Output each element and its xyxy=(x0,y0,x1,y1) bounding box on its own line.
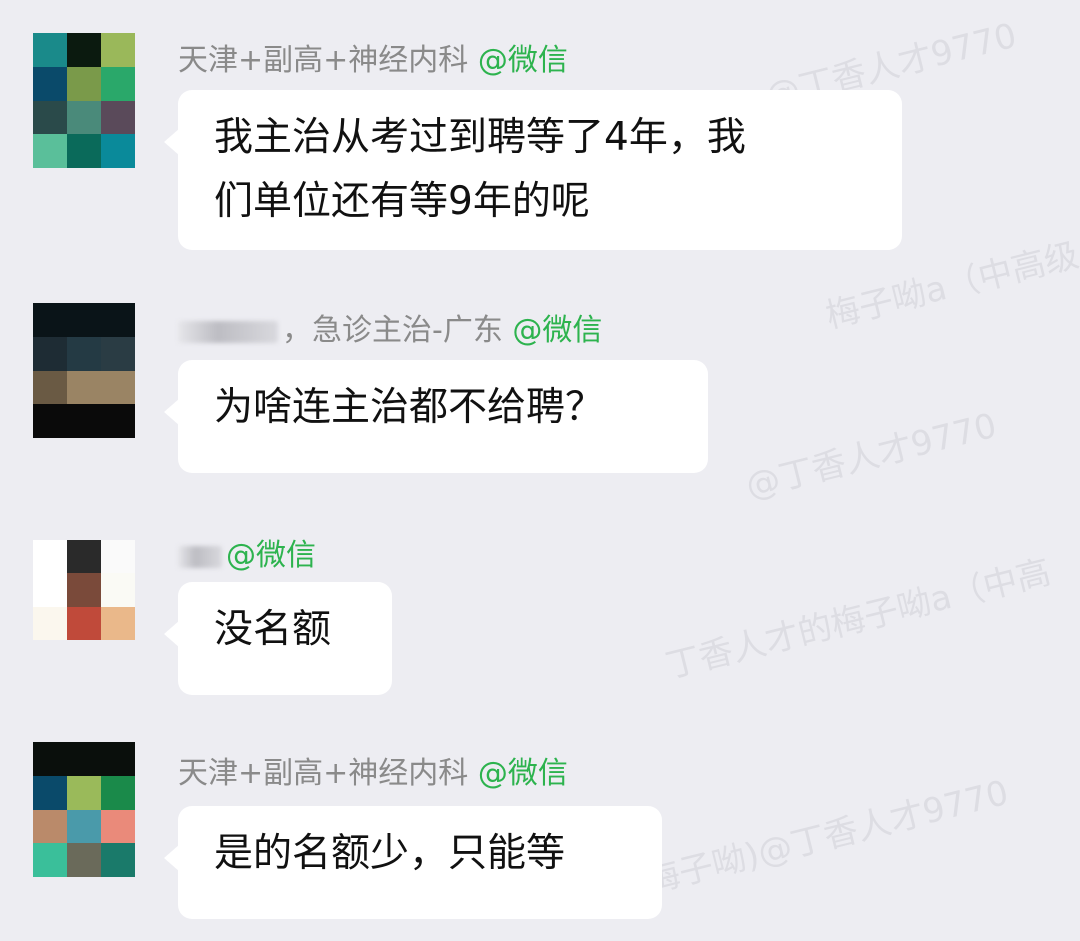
redacted-name xyxy=(178,320,278,343)
avatar-pixel xyxy=(67,33,101,67)
sender-name: 天津+副高+神经内科 @微信 xyxy=(178,754,568,794)
avatar-pixel xyxy=(67,66,101,101)
avatar-pixel xyxy=(33,66,67,101)
avatar-pixel xyxy=(101,33,135,67)
avatar[interactable] xyxy=(33,303,135,438)
avatar[interactable] xyxy=(33,33,135,168)
avatar-pixel xyxy=(101,843,135,877)
sender-name: @微信 xyxy=(178,536,316,576)
avatar-pixel xyxy=(67,100,101,135)
avatar-pixel xyxy=(33,336,67,371)
message-text: 没名额 xyxy=(214,607,332,652)
sender-tag: @微信 xyxy=(477,756,568,791)
message-bubble[interactable]: 我主治从考过到聘等了4年，我 们单位还有等9年的呢 xyxy=(164,90,902,250)
avatar-pixel xyxy=(67,303,101,337)
sender-tag: @微信 xyxy=(477,43,568,78)
avatar-pixel xyxy=(101,775,135,810)
avatar-pixel xyxy=(101,573,135,607)
avatar-pixel xyxy=(67,134,101,168)
message-text: 是的名额少，只能等 xyxy=(214,831,566,876)
avatar-pixel xyxy=(67,809,101,844)
avatar-pixel xyxy=(67,336,101,371)
avatar-pixel xyxy=(101,370,135,405)
avatar-pixel xyxy=(67,775,101,810)
message-bubble[interactable]: 为啥连主治都不给聘？ xyxy=(164,360,708,473)
message-item: @微信 没名额 xyxy=(0,538,1080,700)
avatar-pixel xyxy=(33,606,67,640)
avatar-pixel xyxy=(101,303,135,337)
avatar-pixel xyxy=(67,843,101,877)
avatar-pixel xyxy=(101,606,135,640)
avatar-pixel xyxy=(67,404,101,438)
avatar-pixel xyxy=(67,573,101,607)
avatar-pixel xyxy=(67,370,101,405)
message-item: ，急诊主治-广东 @微信 为啥连主治都不给聘？ xyxy=(0,303,1080,478)
sender-name: ，急诊主治-广东 @微信 xyxy=(178,311,602,351)
avatar[interactable] xyxy=(33,742,135,877)
avatar[interactable] xyxy=(33,540,135,640)
avatar-pixel xyxy=(33,843,67,877)
avatar-pixel xyxy=(33,100,67,135)
avatar-pixel xyxy=(101,100,135,135)
avatar-pixel xyxy=(33,33,67,67)
avatar-pixel xyxy=(101,66,135,101)
message-item: 天津+副高+神经内科 @微信 我主治从考过到聘等了4年，我 们单位还有等9年的呢 xyxy=(0,33,1080,263)
avatar-pixel xyxy=(33,775,67,810)
sender-tag: @微信 xyxy=(226,538,316,573)
avatar-pixel xyxy=(33,404,67,438)
avatar-pixel xyxy=(33,370,67,405)
message-item: 天津+副高+神经内科 @微信 是的名额少，只能等 xyxy=(0,742,1080,932)
avatar-pixel xyxy=(67,606,101,640)
avatar-pixel xyxy=(67,742,101,776)
avatar-pixel xyxy=(101,404,135,438)
sender-text: 天津+副高+神经内科 xyxy=(178,756,469,791)
message-bubble[interactable]: 没名额 xyxy=(164,582,392,695)
message-text-line: 我主治从考过到聘等了4年，我 xyxy=(214,115,746,160)
avatar-pixel xyxy=(101,809,135,844)
avatar-pixel xyxy=(33,134,67,168)
sender-tag: @微信 xyxy=(512,313,603,348)
message-text-line: 们单位还有等9年的呢 xyxy=(214,179,590,224)
message-text: 为啥连主治都不给聘？ xyxy=(214,385,605,430)
avatar-pixel xyxy=(33,742,67,776)
avatar-pixel xyxy=(33,809,67,844)
avatar-pixel xyxy=(33,540,67,574)
sender-text: 天津+副高+神经内科 xyxy=(178,43,469,78)
avatar-pixel xyxy=(67,540,101,574)
avatar-pixel xyxy=(33,303,67,337)
message-bubble[interactable]: 是的名额少，只能等 xyxy=(164,806,662,919)
avatar-pixel xyxy=(33,573,67,607)
avatar-pixel xyxy=(101,540,135,574)
sender-name: 天津+副高+神经内科 @微信 xyxy=(178,41,568,81)
avatar-pixel xyxy=(101,134,135,168)
sender-text: ，急诊主治-广东 xyxy=(282,313,503,348)
chat-view[interactable]: @丁香人才9770 梅子呦a（中高级 @丁香人才9770 丁香人才的梅子呦a（中… xyxy=(0,0,1080,941)
avatar-pixel xyxy=(101,336,135,371)
avatar-pixel xyxy=(101,742,135,776)
redacted-name xyxy=(178,545,222,568)
